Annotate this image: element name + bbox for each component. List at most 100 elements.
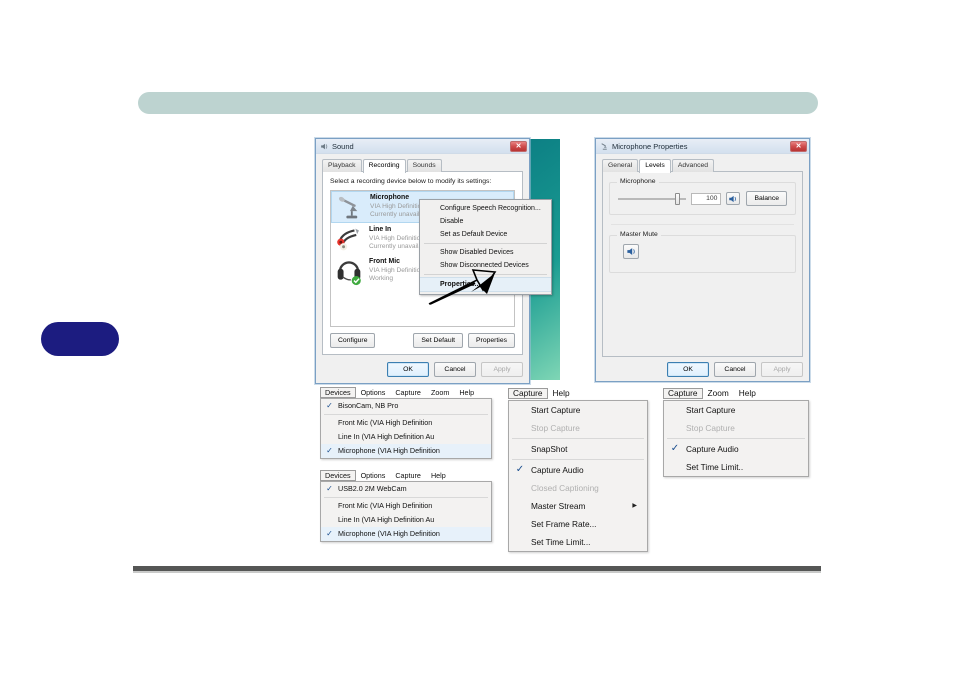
check-icon: ✓ — [326, 484, 333, 493]
menu-item-snapshot[interactable]: SnapShot — [509, 440, 647, 458]
microphone-level-group: Microphone 100 Balance — [609, 178, 796, 215]
menu-item-line-in[interactable]: Line In (VIA High Definition Au — [321, 513, 491, 527]
menu-item-microphone[interactable]: ✓ Microphone (VIA High Definition — [321, 444, 491, 458]
menubar: Capture Help — [508, 386, 648, 400]
page-header-bar — [138, 92, 818, 114]
context-menu-item-show-disabled[interactable]: Show Disabled Devices — [420, 246, 551, 259]
tab-playback[interactable]: Playback — [322, 159, 362, 172]
menu-item-label: Set Time Limit... — [531, 537, 591, 547]
menu-item-set-time-limit[interactable]: Set Time Limit.. — [664, 458, 808, 476]
mic-properties-titlebar[interactable]: Microphone Properties ✕ — [596, 139, 809, 154]
microphone-level-value[interactable]: 100 — [691, 192, 722, 205]
menu-item-closed-captioning: Closed Captioning — [509, 479, 647, 497]
menu-item-start-capture[interactable]: Start Capture — [664, 401, 808, 419]
menubar: Capture Zoom Help — [663, 386, 809, 400]
menu-item-front-mic[interactable]: Front Mic (VIA High Definition — [321, 416, 491, 430]
capture-dropdown[interactable]: Start Capture Stop Capture ✓ Capture Aud… — [663, 400, 809, 477]
mic-properties-footer-buttons: OK Cancel Apply — [602, 362, 803, 377]
menu-help[interactable]: Help — [734, 388, 761, 399]
menu-separator — [324, 497, 488, 498]
menu-item-usb-webcam[interactable]: ✓ USB2.0 2M WebCam — [321, 482, 491, 496]
microphone-level-slider[interactable] — [618, 192, 687, 205]
master-mute-group: Master Mute — [609, 231, 796, 273]
pointer-arrow-annotation — [428, 269, 497, 305]
menu-item-label: Microphone (VIA High Definition — [338, 529, 440, 538]
menu-item-capture-audio[interactable]: ✓ Capture Audio — [664, 440, 808, 458]
microphone-properties-dialog: Microphone Properties ✕ General Levels A… — [595, 138, 810, 382]
microphone-icon — [601, 142, 607, 150]
capture-menu-full: Capture Help Start Capture Stop Capture … — [508, 386, 648, 552]
chevron-right-icon: ▶ — [632, 503, 637, 509]
menu-item-capture-audio[interactable]: ✓ Capture Audio — [509, 461, 647, 479]
menu-zoom[interactable]: Zoom — [426, 387, 454, 398]
context-menu-item-configure-speech[interactable]: Configure Speech Recognition... — [420, 202, 551, 215]
configure-button[interactable]: Configure — [330, 333, 376, 348]
menu-item-start-capture[interactable]: Start Capture — [509, 401, 647, 419]
menu-help[interactable]: Help — [548, 388, 575, 399]
menu-item-microphone[interactable]: ✓ Microphone (VIA High Definition — [321, 527, 491, 541]
apply-button[interactable]: Apply — [481, 362, 523, 377]
context-menu-separator — [424, 243, 547, 244]
tab-advanced[interactable]: Advanced — [671, 159, 715, 172]
menu-item-label: Microphone (VIA High Definition — [338, 446, 440, 455]
menu-help[interactable]: Help — [454, 387, 479, 398]
devices-dropdown[interactable]: ✓ USB2.0 2M WebCam Front Mic (VIA High D… — [320, 481, 492, 542]
devices-dropdown[interactable]: ✓ BisonCam, NB Pro Front Mic (VIA High D… — [320, 398, 492, 459]
check-icon: ✓ — [670, 443, 680, 454]
speaker-on-icon[interactable] — [726, 192, 741, 205]
menu-devices[interactable]: Devices — [320, 387, 356, 398]
menu-item-set-time-limit[interactable]: Set Time Limit... — [509, 533, 647, 551]
menu-separator — [324, 414, 488, 415]
headset-icon — [337, 260, 361, 285]
check-icon: ✓ — [515, 464, 525, 475]
menu-zoom[interactable]: Zoom — [703, 388, 734, 399]
tab-general[interactable]: General — [602, 159, 639, 172]
close-icon[interactable]: ✕ — [510, 140, 527, 152]
tab-sounds[interactable]: Sounds — [406, 159, 442, 172]
capture-dropdown[interactable]: Start Capture Stop Capture SnapShot ✓ Ca… — [508, 400, 648, 552]
menu-capture[interactable]: Capture — [663, 387, 703, 399]
device-text: Front Mic VIA High Definition Working — [369, 258, 424, 284]
menu-item-label: Capture Audio — [531, 465, 584, 475]
recording-hint: Select a recording device below to modif… — [330, 178, 492, 185]
menu-capture[interactable]: Capture — [390, 387, 426, 398]
menu-options[interactable]: Options — [356, 387, 391, 398]
slider-thumb[interactable] — [675, 192, 681, 205]
cancel-button[interactable]: Cancel — [714, 362, 756, 377]
cancel-button[interactable]: Cancel — [434, 362, 476, 377]
context-menu-item-set-default[interactable]: Set as Default Device — [420, 228, 551, 241]
menu-item-line-in[interactable]: Line In (VIA High Definition Au — [321, 430, 491, 444]
ok-button[interactable]: OK — [387, 362, 429, 377]
menu-devices[interactable]: Devices — [320, 470, 356, 481]
sound-dialog-titlebar[interactable]: Sound ✕ — [316, 139, 529, 154]
menu-item-master-stream[interactable]: Master Stream ▶ — [509, 497, 647, 515]
master-mute-toggle[interactable] — [623, 244, 639, 259]
menu-capture[interactable]: Capture — [508, 387, 548, 399]
apply-button[interactable]: Apply — [761, 362, 803, 377]
menu-item-stop-capture: Stop Capture — [664, 419, 808, 437]
menu-item-label: Front Mic (VIA High Definition — [338, 418, 433, 427]
tab-levels[interactable]: Levels — [639, 159, 671, 173]
recording-action-buttons: Configure Set Default Properties — [330, 333, 515, 348]
context-menu-item-disable[interactable]: Disable — [420, 215, 551, 228]
device-driver: VIA High Definition — [369, 266, 424, 274]
tab-recording[interactable]: Recording — [362, 159, 406, 173]
menu-help[interactable]: Help — [426, 470, 451, 481]
properties-button[interactable]: Properties — [468, 333, 515, 348]
menu-item-label: Start Capture — [531, 405, 581, 415]
levels-divider — [611, 224, 794, 225]
mic-properties-tabstrip: General Levels Advanced — [602, 159, 803, 173]
menu-item-label: Master Stream — [531, 501, 586, 511]
menu-item-set-frame-rate[interactable]: Set Frame Rate... — [509, 515, 647, 533]
menu-capture[interactable]: Capture — [390, 470, 426, 481]
menu-options[interactable]: Options — [356, 470, 391, 481]
device-name: Front Mic — [369, 258, 401, 266]
balance-button[interactable]: Balance — [746, 191, 787, 206]
set-default-button[interactable]: Set Default — [413, 333, 464, 348]
menu-item-front-mic[interactable]: Front Mic (VIA High Definition — [321, 499, 491, 513]
menu-separator — [512, 438, 644, 439]
ok-button[interactable]: OK — [667, 362, 709, 377]
menu-item-bisoncam[interactable]: ✓ BisonCam, NB Pro — [321, 399, 491, 413]
close-icon[interactable]: ✕ — [790, 140, 807, 152]
menu-item-label: Line In (VIA High Definition Au — [338, 515, 435, 524]
